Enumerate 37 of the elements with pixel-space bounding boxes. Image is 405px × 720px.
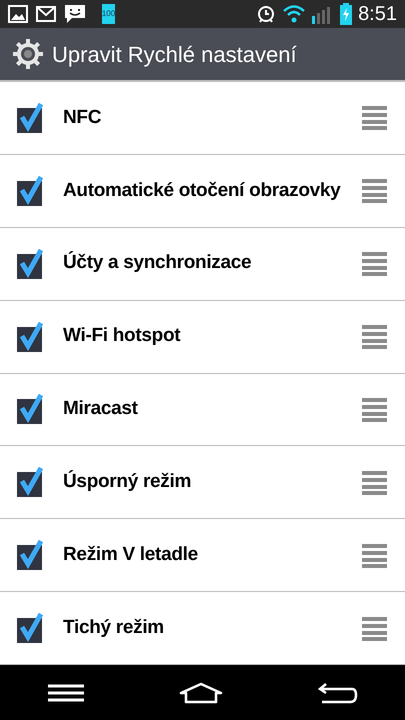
alarm-clock-icon <box>256 4 276 24</box>
setting-label: Režim V letadle <box>63 542 198 567</box>
checkbox[interactable] <box>17 322 43 352</box>
checkbox[interactable] <box>17 394 43 424</box>
drag-handle-icon[interactable] <box>362 470 387 495</box>
setting-label: Účty a synchronizace <box>63 250 252 276</box>
checkbox[interactable] <box>17 467 43 498</box>
setting-label: Tichý režim <box>63 616 164 640</box>
back-icon[interactable] <box>318 682 358 704</box>
checkbox[interactable] <box>17 102 43 133</box>
checkbox[interactable] <box>17 613 43 644</box>
picture-icon <box>8 5 28 23</box>
charging-battery-icon <box>340 3 352 25</box>
clock-time: 8:51 <box>358 2 397 27</box>
setting-label: Automatické otočení obrazovky <box>63 178 340 203</box>
drag-handle-icon[interactable] <box>362 178 387 204</box>
screen-title: Upravit Rychlé nastavení <box>52 40 297 69</box>
mail-icon <box>36 6 56 22</box>
drag-handle-icon[interactable] <box>362 542 387 568</box>
drag-handle-icon[interactable] <box>362 616 387 641</box>
setting-label: Úsporný režim <box>63 469 192 494</box>
menu-icon[interactable] <box>48 684 84 702</box>
setting-label: Wi-Fi hotspot <box>63 324 180 348</box>
setting-label: NFC <box>63 106 102 130</box>
drag-handle-icon[interactable] <box>362 324 387 350</box>
battery-badge: 100 <box>102 4 115 24</box>
drag-handle-icon[interactable] <box>362 396 387 422</box>
drag-handle-icon[interactable] <box>362 105 387 130</box>
setting-label: Miracast <box>63 397 138 422</box>
gear-icon <box>12 38 44 70</box>
drag-handle-icon[interactable] <box>362 251 387 276</box>
chat-icon <box>64 4 86 24</box>
home-icon[interactable] <box>178 682 222 704</box>
checkbox[interactable] <box>17 248 43 279</box>
wifi-icon <box>282 5 306 23</box>
checkbox[interactable] <box>17 176 43 206</box>
checkbox[interactable] <box>17 540 43 570</box>
